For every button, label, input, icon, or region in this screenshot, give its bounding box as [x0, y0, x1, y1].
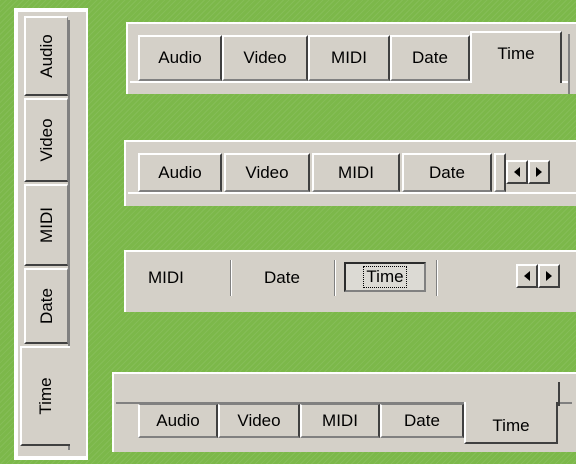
- tab-label: Time: [492, 416, 530, 435]
- tab-label: MIDI: [331, 48, 367, 67]
- scroll-left-button[interactable]: [516, 264, 538, 288]
- tab-time[interactable]: Time: [470, 31, 562, 83]
- tab-date[interactable]: Date: [390, 35, 470, 81]
- tab-separator: [230, 260, 232, 296]
- tab-label: MIDI: [148, 268, 184, 287]
- tab-label: Audio: [36, 34, 56, 78]
- tab-page-top-edge: [128, 192, 576, 194]
- tab-separator: [436, 260, 438, 296]
- tab-label: Audio: [156, 410, 200, 430]
- tab-video[interactable]: Video: [218, 404, 300, 438]
- tab-page-right-edge: [558, 382, 560, 406]
- scroll-right-button[interactable]: [538, 264, 560, 288]
- tab-label: Video: [237, 410, 281, 430]
- tab-date[interactable]: Date: [380, 404, 464, 438]
- arrow-right-icon: [536, 167, 542, 177]
- scroll-left-button[interactable]: [506, 160, 528, 184]
- tab-date[interactable]: Date: [234, 260, 330, 296]
- tab-time[interactable]: Time: [344, 262, 426, 292]
- tab-label: Time: [363, 266, 407, 288]
- arrow-left-icon: [524, 271, 530, 281]
- tab-label: Date: [404, 410, 440, 430]
- tab-label: Time: [497, 44, 535, 63]
- tab-date[interactable]: Date: [402, 153, 492, 192]
- tab-audio[interactable]: Audio: [138, 404, 218, 438]
- tab-midi[interactable]: MIDI: [312, 153, 400, 192]
- tab-date[interactable]: Date: [24, 268, 68, 344]
- tab-time[interactable]: Time: [464, 402, 558, 444]
- tab-midi[interactable]: MIDI: [24, 184, 68, 266]
- tab-midi[interactable]: MIDI: [308, 35, 390, 81]
- tab-label: MIDI: [36, 207, 56, 243]
- tab-audio[interactable]: Audio: [24, 16, 68, 96]
- tab-label: Audio: [158, 162, 202, 182]
- tab-label: Date: [429, 162, 465, 182]
- scroll-right-button[interactable]: [528, 160, 550, 184]
- tab-label: Date: [36, 288, 56, 324]
- tab-time[interactable]: Time: [20, 346, 70, 446]
- tab-video[interactable]: Video: [224, 153, 310, 192]
- tab-audio[interactable]: Audio: [138, 153, 222, 192]
- tab-page-right-edge: [568, 34, 570, 94]
- tab-label: Audio: [158, 48, 202, 67]
- tab-separator: [334, 260, 336, 296]
- tab-label: Date: [264, 268, 300, 287]
- tab-label: Date: [412, 48, 448, 67]
- arrow-right-icon: [546, 271, 552, 281]
- tab-label: MIDI: [322, 410, 358, 430]
- tab-midi[interactable]: MIDI: [300, 404, 380, 438]
- tab-video[interactable]: Video: [222, 35, 308, 81]
- tab-partial[interactable]: [494, 153, 506, 192]
- tab-audio[interactable]: Audio: [138, 35, 222, 81]
- tab-label: MIDI: [338, 162, 374, 182]
- tab-label: Video: [243, 48, 287, 67]
- tab-label: Video: [245, 162, 289, 182]
- tab-label: Video: [36, 118, 56, 162]
- tab-midi[interactable]: MIDI: [138, 260, 224, 296]
- arrow-left-icon: [514, 167, 520, 177]
- tab-label: Time: [36, 377, 55, 415]
- tab-video[interactable]: Video: [24, 98, 68, 182]
